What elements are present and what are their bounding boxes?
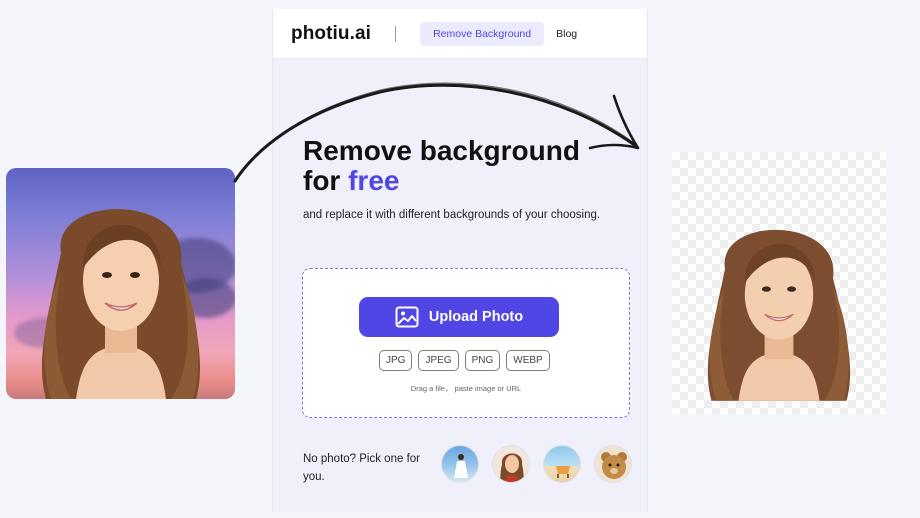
main-panel: photiu.ai Remove Background Blog Remove … (272, 9, 648, 512)
sample-beach-chair[interactable] (543, 445, 581, 483)
sample-woman-portrait[interactable] (492, 445, 530, 483)
page-title: Remove background for free (303, 136, 580, 196)
sample-images (441, 445, 632, 483)
upload-photo-label: Upload Photo (428, 309, 524, 325)
top-nav: photiu.ai Remove Background Blog (273, 9, 647, 59)
nav-link-remove-background[interactable]: Remove Background (420, 21, 545, 46)
format-badge-jpeg: JPEG (418, 350, 459, 371)
hero-subtext: and replace it with different background… (303, 209, 601, 221)
sample-beach-dress[interactable] (441, 445, 479, 483)
headline-line-2-prefix: for (303, 165, 349, 196)
nav-divider (395, 25, 397, 42)
logo[interactable]: photiu.ai (291, 23, 371, 45)
before-image (6, 168, 235, 399)
drag-hint: Drag a file， paste image or URL (410, 384, 522, 393)
woman-portrait-image (41, 209, 200, 399)
upload-photo-button[interactable]: Upload Photo (359, 297, 559, 337)
sample-beach-chair-icon (556, 466, 570, 478)
sample-teddy-bear-icon (601, 452, 627, 479)
upload-dropzone[interactable]: Upload Photo JPG JPEG PNG WEBP Drag a fi… (302, 268, 630, 418)
format-list: JPG JPEG PNG WEBP (379, 350, 550, 371)
after-image (672, 152, 886, 414)
format-badge-png: PNG (464, 350, 501, 371)
sample-prompt: No photo? Pick one for you. (303, 453, 420, 483)
sample-teddy-bear[interactable] (594, 445, 632, 483)
nav-link-blog[interactable]: Blog (556, 28, 577, 40)
woman-cutout-image (707, 229, 851, 401)
headline-line-1: Remove background (303, 135, 580, 166)
format-badge-jpg: JPG (379, 350, 413, 371)
sample-woman-portrait-icon (500, 453, 524, 482)
image-icon (395, 306, 419, 328)
sample-beach-dress-icon (454, 454, 468, 478)
format-badge-webp: WEBP (506, 350, 550, 371)
headline-accent: free (348, 165, 400, 196)
